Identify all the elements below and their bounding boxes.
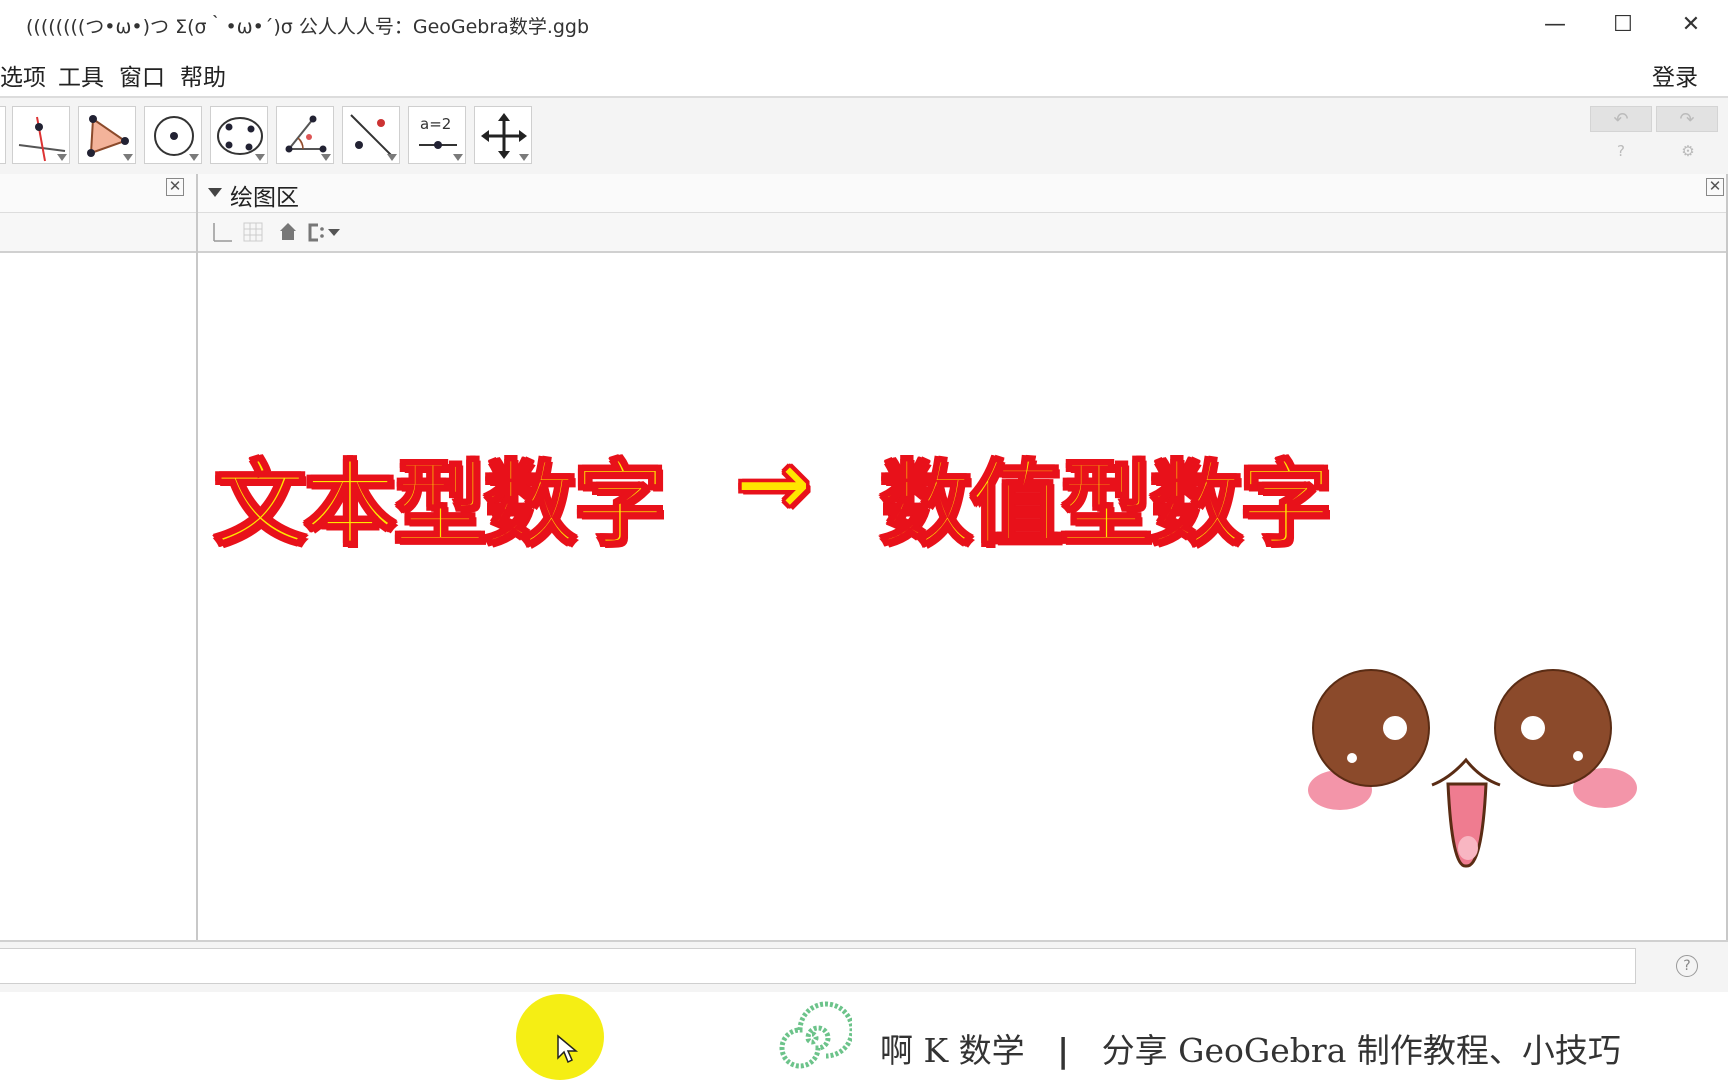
graphics-header: 绘图区 ✕: [198, 174, 1728, 213]
channel-name: 啊 K 数学: [880, 1031, 1025, 1070]
move-view-tool[interactable]: [474, 106, 532, 164]
login-link[interactable]: 登录: [1652, 58, 1698, 92]
algebra-view: ✕: [0, 174, 198, 940]
mouse-pointer-icon: [557, 1034, 579, 1064]
tool-move[interactable]: [0, 106, 6, 164]
circle-center-tool[interactable]: [144, 106, 202, 164]
menu-tools[interactable]: 工具: [58, 58, 104, 92]
conic-through-points-tool[interactable]: [210, 106, 268, 164]
caption-numeric-number: 数值型数字: [878, 450, 1333, 560]
toolbar: a=2 ↶ ↷ ? ⚙: [0, 96, 1728, 176]
maximize-button[interactable]: ☐: [1590, 0, 1656, 48]
title-bar: ((((((((つ•ω•)つ Σ(σ｀•ω•´)σ 公人人人号：GeoGebra…: [0, 0, 1728, 48]
grid-toggle-icon: [243, 222, 263, 242]
spiral-logo-icon: [779, 1001, 852, 1069]
graphics-style-bar: [198, 213, 1728, 253]
home-icon: [280, 223, 296, 240]
algebra-header: ✕: [0, 174, 196, 213]
caption-text-number: 文本型数字: [212, 450, 667, 560]
menu-options[interactable]: 选项: [0, 58, 46, 92]
point-on-line-tool[interactable]: [12, 106, 70, 164]
point-capture-icon: [308, 223, 340, 242]
kawaii-face-sticker: [1308, 669, 1637, 868]
caption-arrow: →: [733, 429, 813, 539]
algebra-input-row[interactable]: [0, 213, 196, 253]
axes-toggle-icon: [213, 223, 232, 242]
input-help-icon[interactable]: ?: [1676, 955, 1698, 977]
close-graphics-icon[interactable]: ✕: [1706, 178, 1724, 196]
input-field[interactable]: [0, 948, 1636, 984]
menu-bar: 选项 工具 窗口 帮助 登录: [0, 48, 1728, 94]
undo-button[interactable]: ↶: [1590, 106, 1652, 132]
reflect-tool[interactable]: [342, 106, 400, 164]
slider-tool[interactable]: a=2: [408, 106, 466, 164]
style-bar-icons: [213, 222, 340, 242]
close-window-button[interactable]: ✕: [1658, 0, 1724, 48]
help-icon[interactable]: ?: [1611, 142, 1631, 162]
channel-tagline: 分享 GeoGebra 制作教程、小技巧: [1101, 1031, 1621, 1070]
minimize-button[interactable]: —: [1522, 0, 1588, 48]
watermark-separator: |: [1057, 1031, 1070, 1070]
polygon-tool[interactable]: [78, 106, 136, 164]
collapse-caret-icon[interactable]: [208, 188, 222, 197]
redo-button[interactable]: ↷: [1656, 106, 1718, 132]
angle-tool[interactable]: [276, 106, 334, 164]
menu-window[interactable]: 窗口: [119, 58, 165, 92]
input-bar: ?: [0, 940, 1728, 994]
channel-watermark: 啊 K 数学 | 分享 GeoGebra 制作教程、小技巧: [880, 1024, 1621, 1072]
menu-help[interactable]: 帮助: [180, 58, 226, 92]
gear-icon[interactable]: ⚙: [1678, 142, 1698, 162]
window-title: ((((((((つ•ω•)つ Σ(σ｀•ω•´)σ 公人人人号：GeoGebra…: [26, 16, 590, 38]
graphics-title: 绘图区: [230, 185, 299, 211]
close-algebra-icon[interactable]: ✕: [166, 178, 184, 196]
